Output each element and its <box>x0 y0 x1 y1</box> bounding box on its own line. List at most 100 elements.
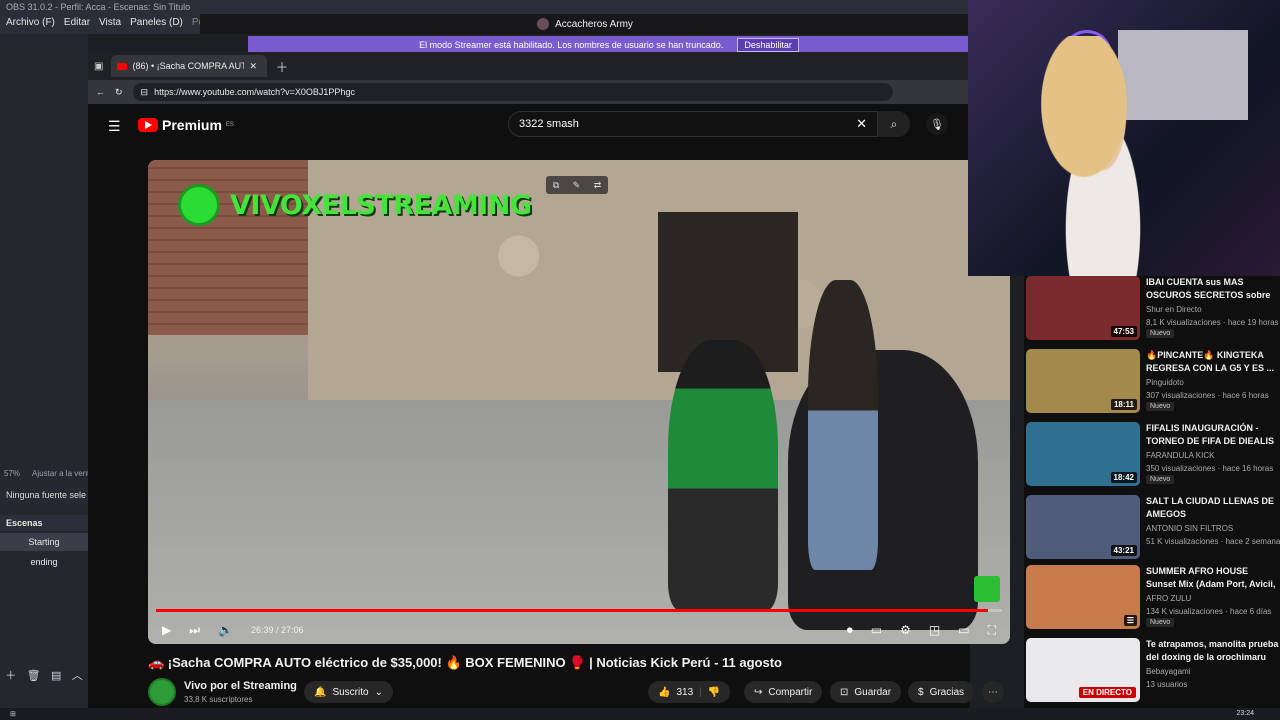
volume-icon[interactable]: 🔈 <box>218 623 233 637</box>
related-video[interactable]: ☰ SUMMER AFRO HOUSE Sunset Mix (Adam Por… <box>1024 565 1280 631</box>
notes-icon[interactable]: ✎ <box>573 180 581 191</box>
channel-name[interactable]: Vivo por el Streaming <box>184 680 297 692</box>
streamer-hair <box>1024 36 1144 206</box>
related-video[interactable]: 18:42 FIFALIS INAUGURACIÓN - TORNEO DE F… <box>1024 422 1280 488</box>
video-thumbnail[interactable]: 18:42 <box>1026 422 1140 486</box>
video-player[interactable]: VIVOXELSTREAMING ⧉ ✎ ⇄ ▶ ⏭ 🔈 26:39 / 27:… <box>148 160 1010 644</box>
person-background <box>808 280 878 570</box>
video-title: 🚗 ¡Sacha COMPRA AUTO eléctrico de $35,00… <box>148 655 782 670</box>
related-channel[interactable]: ANTONIO SIN FILTROS <box>1146 524 1233 533</box>
close-tab-icon[interactable]: ✕ <box>249 61 257 72</box>
search-input[interactable]: 3322 smash ✕ <box>508 111 878 137</box>
tab-youtube[interactable]: (86) • ¡Sacha COMPRA AUTO el ✕ <box>111 55 268 77</box>
voice-search-button[interactable]: 🎙 <box>926 113 948 135</box>
related-videos: 47:53 IBAI CUENTA sus MAS OSCUROS SECRET… <box>1024 276 1280 720</box>
fullscreen-icon[interactable]: ⛶ <box>988 623 996 638</box>
menu-icon[interactable]: ☰ <box>108 118 121 135</box>
youtube-favicon-icon <box>117 62 128 70</box>
subscribed-label: Suscrito <box>332 686 369 698</box>
related-channel[interactable]: Pinguidoto <box>1146 378 1184 387</box>
save-label: Guardar <box>854 686 892 698</box>
trash-icon[interactable]: 🗑 <box>27 669 41 682</box>
related-meta: 307 visualizaciones · hace 6 horas <box>1146 391 1269 400</box>
translate-icon[interactable]: ⇄ <box>594 180 602 191</box>
twitch-channel-name[interactable]: Accacheros Army <box>555 19 633 30</box>
pip-icon[interactable]: ⧉ <box>553 180 559 191</box>
next-icon[interactable]: ⏭ <box>189 623 200 638</box>
new-tab-icon[interactable]: ＋ <box>275 57 288 76</box>
related-meta: 51 K visualizaciones · hace 2 semanas <box>1146 537 1280 546</box>
clock: 23:24 <box>1236 710 1254 717</box>
video-thumbnail[interactable]: 47:53 <box>1026 276 1140 340</box>
related-video[interactable]: EN DIRECTO Te atrapamos, manolita prueba… <box>1024 638 1280 704</box>
settings-icon[interactable]: ⚙ <box>900 623 911 637</box>
disable-streamer-button[interactable]: Deshabilitar <box>737 38 799 52</box>
related-channel[interactable]: AFRO ZULU <box>1146 594 1191 603</box>
tab-layout-icon[interactable]: ▣ <box>94 61 103 72</box>
autoplay-toggle-icon[interactable]: ⏺ <box>847 623 853 638</box>
youtube-logo[interactable]: Premium ES <box>138 117 234 133</box>
obs-scene-tools: ＋ 🗑 ▤ ︿ <box>0 664 88 686</box>
like-button[interactable]: 👍 313 | 👎 <box>648 681 731 703</box>
menu-vista[interactable]: Vista <box>99 17 121 31</box>
save-button[interactable]: ⊡ Guardar <box>830 681 902 703</box>
mic-icon: 🎙 <box>930 118 944 131</box>
clear-search-icon[interactable]: ✕ <box>856 116 867 132</box>
brand-name: VIVOXELSTREAMING <box>230 189 532 221</box>
url-field[interactable]: ⊟ https://www.youtube.com/watch?v=X0OBJ1… <box>132 83 893 101</box>
related-title[interactable]: SUMMER AFRO HOUSE Sunset Mix (Adam Port,… <box>1146 565 1280 592</box>
add-scene-icon[interactable]: ＋ <box>5 667 16 683</box>
logo-text: Premium <box>162 117 222 133</box>
miniplayer-icon[interactable]: ◳ <box>929 623 940 637</box>
related-video[interactable]: 18:11 🔥PINCANTE🔥 KINGTEKA REGRESA CON LA… <box>1024 349 1280 415</box>
menu-editar[interactable]: Editar <box>64 17 90 31</box>
scene-ending[interactable]: ending <box>0 553 88 571</box>
related-title[interactable]: IBAI CUENTA sus MAS OSCUROS SECRETOS sob… <box>1146 276 1280 303</box>
duration: 43:21 <box>1110 545 1137 556</box>
webcam-overlay <box>968 0 1280 276</box>
back-icon[interactable]: ← <box>96 87 105 97</box>
video-thumbnail[interactable]: 18:11 <box>1026 349 1140 413</box>
reload-icon[interactable]: ↻ <box>115 87 123 98</box>
related-video[interactable]: 47:53 IBAI CUENTA sus MAS OSCUROS SECRET… <box>1024 276 1280 342</box>
menu-archivo[interactable]: Archivo (F) <box>6 17 55 31</box>
search-button[interactable]: ⌕ <box>878 111 910 137</box>
play-icon[interactable]: ▶ <box>162 623 171 637</box>
person-green <box>668 340 778 610</box>
channel-avatar <box>537 18 550 30</box>
start-icon[interactable]: ⊞ <box>10 710 16 718</box>
duration: 18:42 <box>1110 472 1137 483</box>
channel-watermark: VIVOXELSTREAMING <box>178 184 532 226</box>
related-title[interactable]: SALT LA CIUDAD LLENAS DE AMEGOS <box>1146 495 1280 521</box>
thumbs-down-icon[interactable]: 👎 <box>708 687 720 698</box>
chevron-up-icon[interactable]: ︿ <box>72 667 83 683</box>
scene-starting[interactable]: Starting <box>0 533 88 551</box>
video-thumbnail[interactable]: 43:21 <box>1026 495 1140 559</box>
obs-zoom-label[interactable]: Ajustar a la vent <box>32 469 89 478</box>
progress-bar[interactable] <box>156 609 1002 612</box>
related-video[interactable]: 43:21 SALT LA CIUDAD LLENAS DE AMEGOS AN… <box>1024 495 1280 561</box>
related-title[interactable]: Te atrapamos, manolita prueba del doxing… <box>1146 638 1280 664</box>
theater-icon[interactable]: ▭ <box>958 623 969 637</box>
related-title[interactable]: FIFALIS INAUGURACIÓN - TORNEO DE FIFA DE… <box>1146 422 1280 449</box>
related-title[interactable]: 🔥PINCANTE🔥 KINGTEKA REGRESA CON LA G5 Y … <box>1146 349 1280 375</box>
menu-paneles[interactable]: Paneles (D) <box>130 17 183 31</box>
related-channel[interactable]: FARANDULA KICK <box>1146 451 1214 460</box>
related-channel[interactable]: Bebayagami <box>1146 667 1190 676</box>
like-count: 313 <box>676 686 694 698</box>
site-info-icon[interactable]: ⊟ <box>141 87 149 98</box>
filter-icon[interactable]: ▤ <box>51 669 61 682</box>
share-button[interactable]: ↪ Compartir <box>744 681 823 703</box>
video-thumbnail[interactable]: EN DIRECTO <box>1026 638 1140 702</box>
youtube-header: ☰ Premium ES 3322 smash ✕ ⌕ 🎙 <box>88 104 970 144</box>
channel-avatar[interactable] <box>148 678 176 706</box>
more-actions-button[interactable]: ⋯ <box>982 681 1004 703</box>
thanks-button[interactable]: $ Gracias <box>908 681 975 703</box>
related-channel[interactable]: Shur en Directo <box>1146 305 1202 314</box>
subtitles-icon[interactable]: ▭ <box>871 623 882 637</box>
tab-bar: ▣ (86) • ¡Sacha COMPRA AUTO el ✕ ＋ <box>88 52 970 80</box>
thanks-icon: $ <box>918 686 924 698</box>
video-thumbnail[interactable]: ☰ <box>1026 565 1140 629</box>
new-badge: Nuevo <box>1146 329 1175 338</box>
subscribed-button[interactable]: 🔔 Suscrito ⌄ <box>304 681 393 703</box>
